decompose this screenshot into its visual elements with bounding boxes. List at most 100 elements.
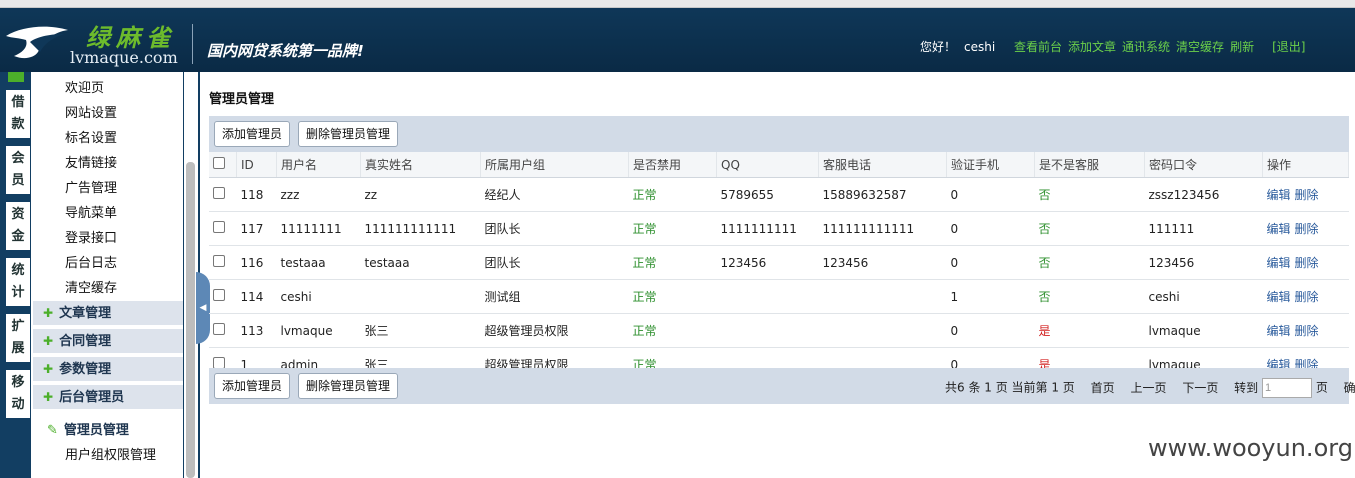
cell-qq [716, 279, 819, 314]
cell-disabled: 正常 [628, 211, 717, 246]
cell-username: testaaa [276, 245, 361, 280]
cell-id: 113 [236, 313, 277, 348]
menu-site-settings[interactable]: 网站设置 [65, 102, 117, 121]
first-page-link[interactable]: 首页 [1091, 381, 1115, 395]
col-realname: 真实姓名 [360, 152, 481, 178]
col-username: 用户名 [276, 152, 361, 178]
vtab-loan[interactable]: 借款 [6, 90, 30, 138]
row-checkbox[interactable] [213, 221, 225, 233]
cell-phone: 123456 [818, 245, 947, 280]
expand-icon: ✚ [43, 334, 54, 348]
confirm-goto-button[interactable]: 确定 [1344, 381, 1355, 395]
menu-group-admins[interactable]: ✚ 后台管理员 [33, 384, 183, 409]
admin-table: ID 用户名 真实姓名 所属用户组 是否禁用 QQ 客服电话 验证手机 是不是客… [209, 152, 1349, 382]
cell-actions: 编辑 删除 [1262, 177, 1349, 212]
menu-friend-links[interactable]: 友情链接 [65, 152, 117, 171]
menu-login-api[interactable]: 登录接口 [65, 227, 117, 246]
cell-username: ceshi [276, 279, 361, 314]
watermark: www.wooyun.org [1148, 434, 1353, 462]
cell-phone: 111111111111 [818, 211, 947, 246]
cell-password: ceshi [1144, 279, 1263, 314]
greeting-text: 您好！ [920, 40, 957, 54]
menu-title-settings[interactable]: 标名设置 [65, 127, 117, 146]
edit-link[interactable]: 编辑 [1267, 222, 1291, 236]
view-frontend-link[interactable]: 查看前台 [1014, 40, 1062, 54]
menu-group-articles[interactable]: ✚ 文章管理 [33, 300, 183, 325]
next-page-link[interactable]: 下一页 [1182, 381, 1218, 395]
col-password: 密码口令 [1144, 152, 1263, 178]
menu-group-contracts[interactable]: ✚ 合同管理 [33, 328, 183, 353]
current-user: ceshi [964, 40, 996, 54]
delete-admin-button-bottom[interactable]: 删除管理员管理 [298, 373, 399, 399]
cell-id: 114 [236, 279, 277, 314]
expand-icon: ✚ [43, 362, 54, 376]
goto-page-input[interactable] [1262, 378, 1312, 398]
menu-nav[interactable]: 导航菜单 [65, 202, 117, 221]
cell-is-service: 否 [1034, 245, 1145, 280]
refresh-link[interactable]: 刷新 [1230, 40, 1254, 54]
clear-cache-link[interactable]: 清空缓存 [1176, 40, 1224, 54]
menu-welcome[interactable]: 欢迎页 [65, 77, 104, 96]
vtab-member[interactable]: 会员 [6, 146, 30, 194]
edit-link[interactable]: 编辑 [1267, 256, 1291, 270]
cell-is-service: 否 [1034, 211, 1145, 246]
select-all-checkbox[interactable] [213, 157, 225, 169]
add-article-link[interactable]: 添加文章 [1068, 40, 1116, 54]
cell-qq: 5789655 [716, 177, 819, 212]
edit-link[interactable]: 编辑 [1267, 290, 1291, 304]
vtab-funds[interactable]: 资金 [6, 202, 30, 250]
menu-logs[interactable]: 后台日志 [65, 252, 117, 271]
table-row: 118 zzz zz 经纪人 正常 5789655 15889632587 0 否 zssz123… [209, 177, 1349, 212]
menu-clear-cache[interactable]: 清空缓存 [65, 277, 117, 296]
delete-link[interactable]: 删除 [1295, 324, 1319, 338]
vtab-stats[interactable]: 统计 [6, 258, 30, 306]
cell-group: 团队长 [480, 211, 629, 246]
row-checkbox[interactable] [213, 323, 225, 335]
delete-link[interactable]: 删除 [1295, 256, 1319, 270]
menu-admin-manage[interactable]: ✎ 管理员管理 [47, 419, 129, 438]
cell-actions: 编辑 删除 [1262, 211, 1349, 246]
toolbar-top: 添加管理员 删除管理员管理 [209, 116, 1349, 152]
delete-admin-button[interactable]: 删除管理员管理 [298, 121, 399, 147]
row-checkbox[interactable] [213, 289, 225, 301]
vtab-extend[interactable]: 扩展 [6, 314, 30, 362]
group-label: 文章管理 [59, 306, 112, 321]
cell-realname: 111111111111 [360, 211, 481, 246]
table-body: 118 zzz zz 经纪人 正常 5789655 15889632587 0 否 zssz123… [209, 177, 1349, 382]
row-select-cell [209, 245, 237, 280]
add-admin-button-bottom[interactable]: 添加管理员 [214, 373, 291, 399]
cell-phone [818, 313, 947, 348]
row-checkbox[interactable] [213, 187, 225, 199]
message-system-link[interactable]: 通讯系统 [1122, 40, 1170, 54]
menu-group-params[interactable]: ✚ 参数管理 [33, 356, 183, 381]
slogan: 国内网贷系统第一品牌! [207, 42, 364, 60]
edit-link[interactable]: 编辑 [1267, 324, 1291, 338]
cell-id: 118 [236, 177, 277, 212]
cell-disabled: 正常 [628, 313, 717, 348]
group-label: 后台管理员 [59, 390, 125, 405]
col-group: 所属用户组 [480, 152, 629, 178]
vtab-mobile[interactable]: 移动 [6, 370, 30, 418]
delete-link[interactable]: 删除 [1295, 188, 1319, 202]
cell-username: zzz [276, 177, 361, 212]
col-qq: QQ [716, 152, 819, 178]
add-admin-button[interactable]: 添加管理员 [214, 121, 291, 147]
cell-group: 团队长 [480, 245, 629, 280]
row-checkbox[interactable] [213, 255, 225, 267]
logout-link[interactable]: [退出] [1272, 40, 1305, 54]
sidebar-scroll-thumb[interactable] [186, 162, 195, 478]
edit-link[interactable]: 编辑 [1267, 188, 1291, 202]
cell-phone: 15889632587 [818, 177, 947, 212]
group-label: 参数管理 [59, 362, 112, 377]
menu-ads[interactable]: 广告管理 [65, 177, 117, 196]
delete-link[interactable]: 删除 [1295, 290, 1319, 304]
table-header-row: ID 用户名 真实姓名 所属用户组 是否禁用 QQ 客服电话 验证手机 是不是客… [209, 152, 1349, 178]
cell-disabled: 正常 [628, 279, 717, 314]
delete-link[interactable]: 删除 [1295, 222, 1319, 236]
cell-disabled: 正常 [628, 245, 717, 280]
top-links: 查看前台 添加文章 通讯系统 清空缓存 刷新 [退出] [1014, 38, 1311, 55]
cell-phone [818, 279, 947, 314]
menu-group-permissions[interactable]: 用户组权限管理 [65, 444, 156, 463]
cell-realname: 张三 [360, 313, 481, 348]
prev-page-link[interactable]: 上一页 [1130, 381, 1166, 395]
